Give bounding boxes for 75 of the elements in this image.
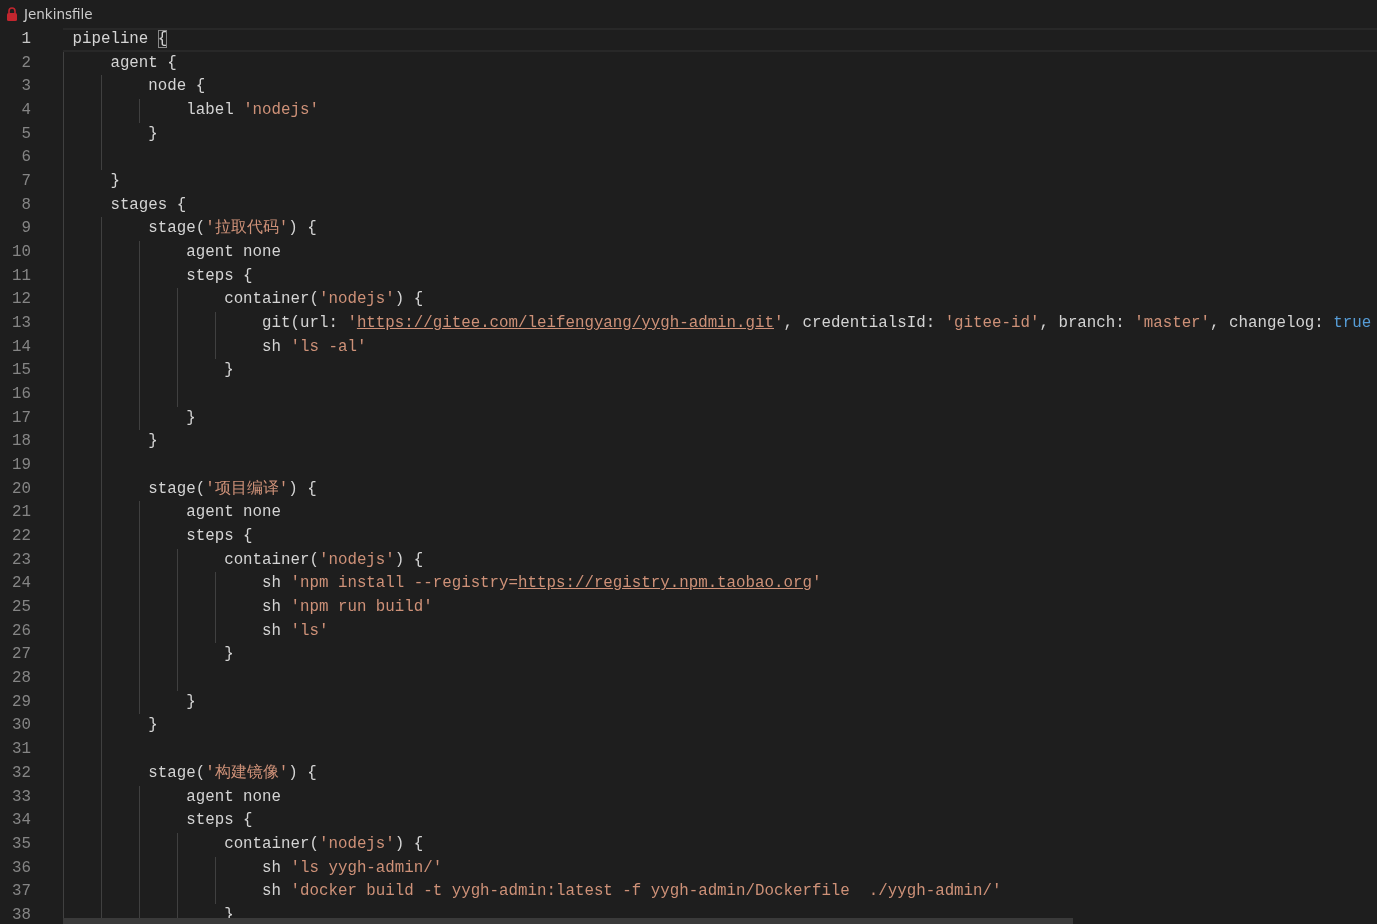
- code-line: stages {: [109, 195, 187, 214]
- line-number: 28: [11, 668, 31, 690]
- code-line: sh 'npm run build': [261, 598, 433, 617]
- code-line: }: [223, 361, 234, 380]
- code-line: stage('构建镜像') {: [147, 763, 317, 782]
- line-number: 13: [11, 313, 31, 335]
- code-line: git(url: 'https://gitee.com/leifengyang/yygh-admin.git', credentialsId: 'gitee-id', branch: 'master', changelog: true: [261, 314, 1372, 333]
- code-line: pipeline {: [72, 30, 168, 48]
- line-number: 3: [20, 76, 31, 98]
- line-number: 7: [20, 171, 31, 193]
- line-number: 32: [11, 762, 31, 784]
- code-line: sh 'docker build -t yygh-admin:latest -f yygh-admin/Dockerfile ./yygh-admin/': [261, 882, 1002, 901]
- code-line: }: [109, 172, 120, 191]
- code-line: }: [185, 692, 196, 711]
- code-line: }: [223, 645, 234, 664]
- line-number: 1: [20, 29, 31, 50]
- lock-icon: [6, 7, 18, 21]
- line-number: 26: [11, 620, 31, 642]
- line-number: 27: [11, 644, 31, 666]
- code-line: sh 'ls yygh-admin/': [261, 858, 443, 877]
- code-line: agent none: [185, 243, 282, 262]
- line-number: 6: [20, 147, 31, 169]
- line-number: 19: [11, 455, 31, 477]
- line-number: 30: [11, 715, 31, 737]
- scrollbar[interactable]: [63, 918, 1073, 924]
- line-number: 36: [11, 857, 31, 879]
- line-number: 10: [11, 242, 31, 264]
- code-link[interactable]: https://registry.npm.taobao.org: [518, 574, 812, 593]
- code-line: agent {: [109, 53, 177, 72]
- line-number: 29: [11, 691, 31, 713]
- line-number: 24: [11, 573, 31, 595]
- code-line: sh 'npm install --registry=https://registry.npm.taobao.org': [261, 574, 822, 593]
- line-number: 11: [11, 265, 31, 287]
- code-line: }: [147, 432, 158, 451]
- code-line: stage('拉取代码') {: [147, 219, 317, 238]
- line-number: 18: [11, 431, 31, 453]
- line-number: 5: [20, 123, 31, 145]
- code-line: stage('项目编译') {: [147, 479, 317, 498]
- code-line: steps {: [185, 527, 253, 546]
- line-number: 16: [11, 384, 31, 406]
- line-number: 14: [11, 336, 31, 358]
- line-number: 23: [11, 549, 31, 571]
- code-line: steps {: [185, 811, 253, 830]
- line-number: 4: [20, 100, 31, 121]
- line-number: 37: [11, 881, 31, 903]
- code-line: agent none: [185, 503, 282, 522]
- line-number: 12: [11, 289, 31, 311]
- code-line: steps {: [185, 266, 253, 285]
- line-number: 34: [11, 810, 31, 832]
- line-number: 20: [11, 478, 31, 500]
- code-line: container('nodejs') {: [223, 550, 424, 569]
- code-line: }: [147, 716, 158, 735]
- line-number: 33: [11, 786, 31, 808]
- code-line: sh 'ls -al': [261, 337, 367, 356]
- code-line: node {: [147, 77, 206, 96]
- line-number: 21: [11, 502, 31, 524]
- code-line: agent none: [185, 787, 282, 806]
- line-number: 2: [20, 52, 31, 74]
- line-number: 8: [20, 194, 31, 216]
- code-line: container('nodejs') {: [223, 834, 424, 853]
- line-number: 31: [11, 739, 31, 761]
- code-line: }: [147, 124, 158, 143]
- code-line: }: [185, 408, 196, 427]
- file-title[interactable]: Jenkinsfile: [24, 6, 93, 22]
- line-number: 22: [11, 526, 31, 548]
- code-line: container('nodejs') {: [223, 290, 424, 309]
- line-number: 25: [11, 597, 31, 619]
- line-number: 15: [11, 360, 31, 382]
- code-link[interactable]: https://gitee.com/leifengyang/yygh-admin.git: [356, 314, 774, 333]
- code-line: sh 'ls': [261, 621, 329, 640]
- line-number: 35: [11, 833, 31, 855]
- line-number: 9: [20, 218, 31, 240]
- line-number: 17: [11, 407, 31, 429]
- line-number: 38: [11, 904, 31, 924]
- code-line: label 'nodejs': [185, 101, 319, 119]
